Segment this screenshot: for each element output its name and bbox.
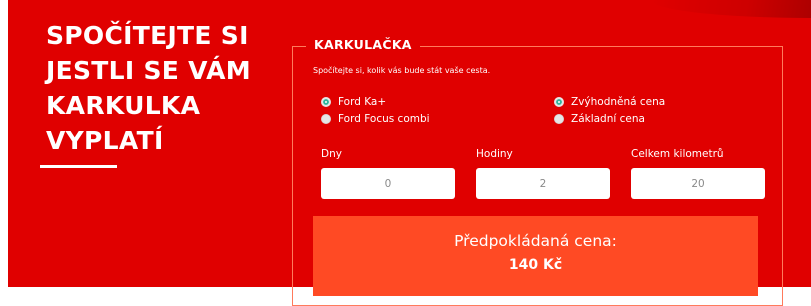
radio-ford-focus-combi[interactable]: Ford Focus combi [321,112,430,126]
radio-zakladni-cena[interactable]: Základní cena [554,112,645,126]
radio-label: Ford Focus combi [338,113,430,125]
kilometers-input[interactable] [631,168,765,199]
calculator-subtitle: Spočítejte si, kolik vás bude stát vaše … [313,66,491,75]
hours-input[interactable] [476,168,610,199]
days-label: Dny [321,148,342,160]
radio-checked-icon[interactable] [554,97,564,107]
radio-label: Ford Ka+ [338,96,387,108]
radio-unchecked-icon[interactable] [321,114,331,124]
hours-label: Hodiny [476,148,513,160]
headline-line: SPOČÍTEJTE SI [46,21,249,50]
days-input[interactable] [321,168,455,199]
page-headline: SPOČÍTEJTE SI JESTLI SE VÁM KARKULKA VYP… [46,18,286,158]
radio-label: Zvýhodněná cena [571,96,666,108]
radio-checked-icon[interactable] [321,97,331,107]
estimated-price-value: 140 Kč [508,257,563,273]
estimated-price-panel: Předpokládaná cena: 140 Kč [313,216,758,296]
kilometers-label: Celkem kilometrů [631,148,724,160]
radio-label: Základní cena [571,113,645,125]
headline-line: JESTLI SE VÁM [46,56,251,85]
radio-zvyhodnena-cena[interactable]: Zvýhodněná cena [554,95,665,109]
radio-unchecked-icon[interactable] [554,114,564,124]
headline-line: VYPLATÍ [46,126,164,155]
headline-line: KARKULKA [46,91,201,120]
estimated-price-label: Předpokládaná cena: [454,232,617,250]
radio-ford-ka-plus[interactable]: Ford Ka+ [321,95,386,109]
headline-underline [40,165,117,168]
calculator-title: KARKULAČKA [306,36,420,54]
decorative-sheen [651,0,811,18]
